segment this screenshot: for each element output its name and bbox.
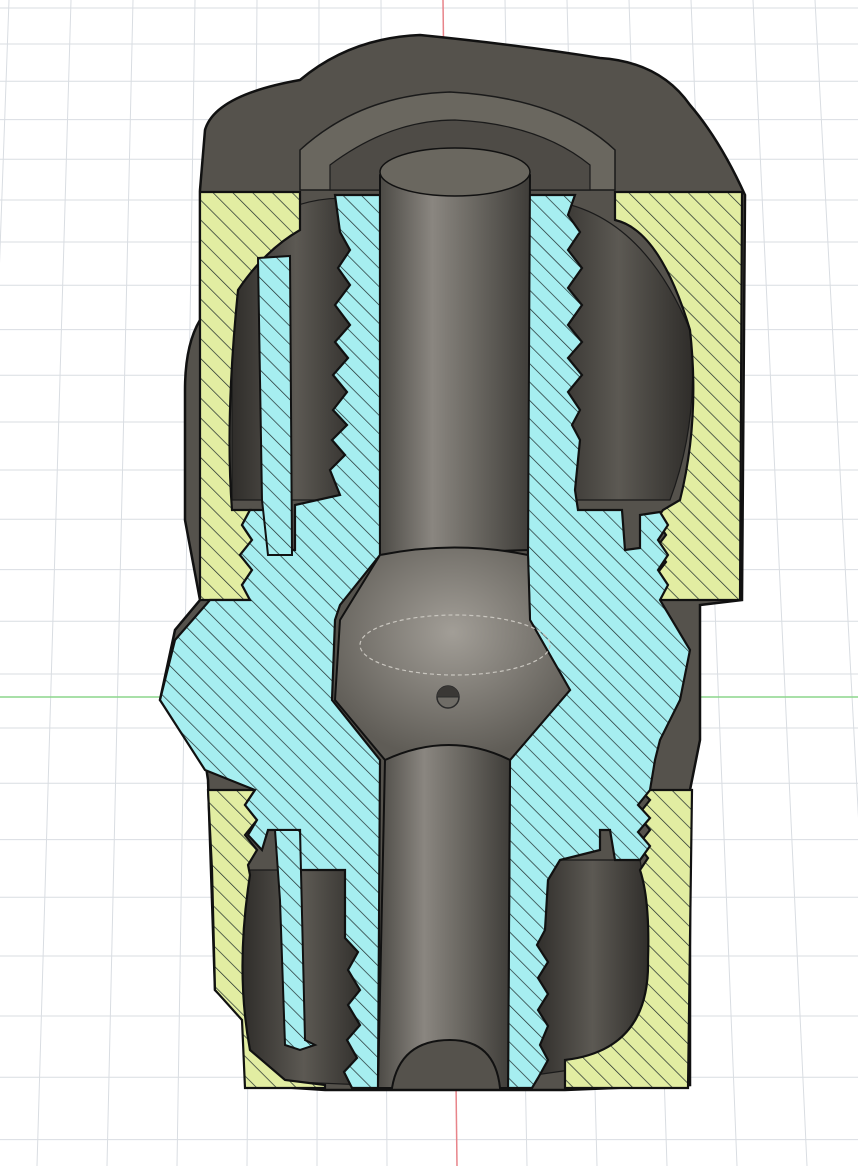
grid-line-vertical [106, 0, 134, 1166]
viewport-canvas[interactable] [0, 0, 858, 1166]
bore-top-ring [379, 147, 531, 197]
inner-sleeve-upper-left[interactable] [256, 254, 294, 556]
grid-line-vertical [814, 0, 858, 819]
origin-icon[interactable] [436, 685, 460, 709]
section-model[interactable] [158, 33, 747, 1092]
grid-line-vertical [752, 0, 808, 1166]
central-bore [379, 156, 532, 557]
grid-line-vertical [36, 0, 72, 1166]
grid-line-vertical [0, 0, 10, 264]
grid-line-vertical [176, 0, 196, 1166]
3d-viewport[interactable] [0, 0, 858, 1166]
lower-bore [376, 744, 512, 1089]
